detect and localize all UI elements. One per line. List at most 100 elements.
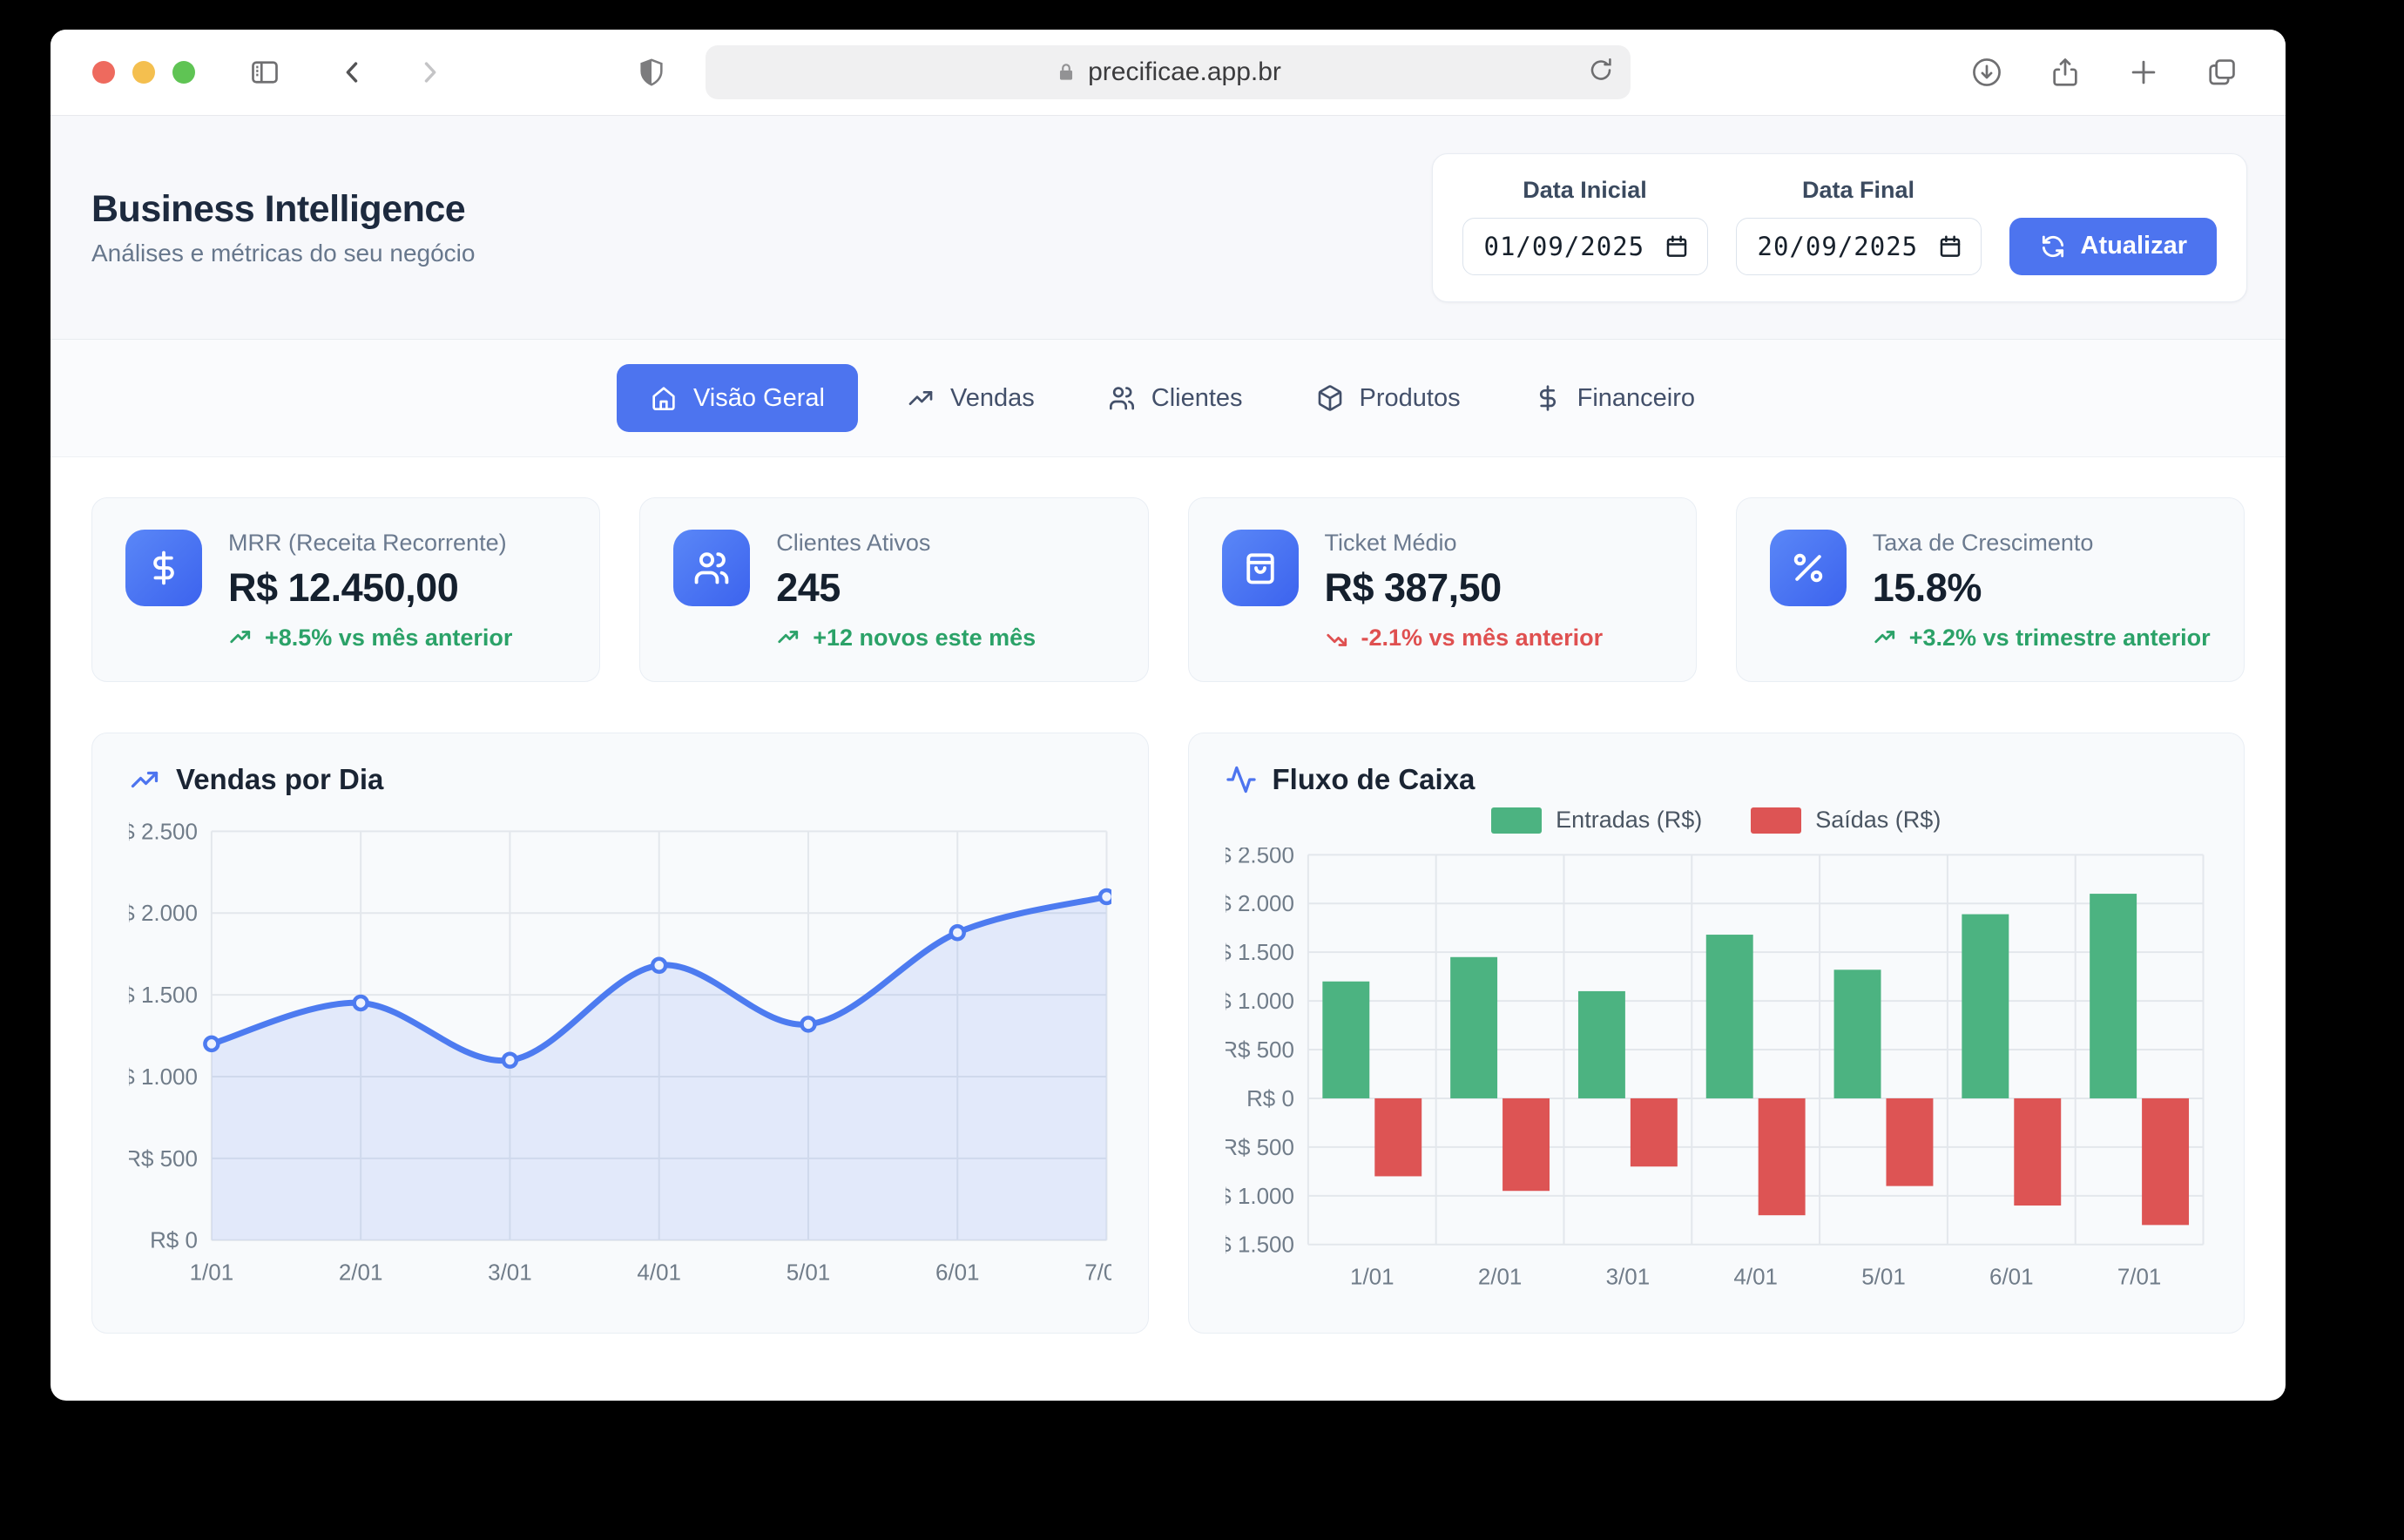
url-text: precificae.app.br: [1088, 57, 1281, 87]
svg-text:R$ 1.000: R$ 1.000: [1226, 988, 1294, 1014]
zoom-window-button[interactable]: [172, 61, 195, 84]
date-inicial-label: Data Inicial: [1523, 177, 1647, 204]
svg-text:R$ 1.500: R$ 1.500: [129, 982, 198, 1008]
trend-up-icon: [776, 625, 802, 652]
date-final-input[interactable]: 20/09/2025: [1736, 218, 1982, 275]
home-icon: [650, 384, 678, 412]
metric-label: MRR (Receita Recorrente): [228, 530, 512, 557]
metric-card-clientes: Clientes Ativos 245 +12 novos este mês: [639, 497, 1148, 682]
svg-text:R$ 1.500: R$ 1.500: [1226, 939, 1294, 965]
tab-vendas[interactable]: Vendas: [882, 364, 1059, 432]
minimize-window-button[interactable]: [132, 61, 155, 84]
svg-text:4/01: 4/01: [1733, 1264, 1778, 1290]
legend-saidas: Saídas (R$): [1751, 807, 1941, 834]
legend-swatch-entradas: [1491, 807, 1542, 834]
tab-label: Produtos: [1360, 384, 1461, 413]
svg-text:5/01: 5/01: [787, 1260, 831, 1286]
tab-produtos[interactable]: Produtos: [1292, 364, 1485, 432]
trending-up-icon: [907, 384, 935, 412]
metric-value: R$ 387,50: [1325, 565, 1604, 611]
package-icon: [1316, 384, 1344, 412]
svg-text:5/01: 5/01: [1861, 1264, 1906, 1290]
dollar-icon: [125, 530, 202, 606]
browser-toolbar: precificae.app.br: [51, 30, 2286, 115]
metric-label: Taxa de Crescimento: [1873, 530, 2211, 557]
svg-text:3/01: 3/01: [488, 1260, 532, 1286]
shopping-bag-icon: [1222, 530, 1299, 606]
svg-text:R$ 2.000: R$ 2.000: [1226, 890, 1294, 916]
date-final-value: 20/09/2025: [1758, 232, 1919, 261]
svg-text:7/01: 7/01: [1084, 1260, 1111, 1286]
tab-label: Financeiro: [1577, 384, 1695, 413]
traffic-lights: [92, 61, 195, 84]
shield-icon[interactable]: [637, 57, 666, 87]
tab-label: Clientes: [1151, 384, 1243, 413]
metric-delta: +3.2% vs trimestre anterior: [1873, 625, 2211, 652]
chart-title: Fluxo de Caixa: [1273, 763, 1475, 796]
svg-text:R$ 0: R$ 0: [150, 1227, 198, 1253]
new-tab-icon[interactable]: [2127, 56, 2160, 89]
svg-text:R$ 2.500: R$ 2.500: [129, 818, 198, 844]
calendar-icon[interactable]: [1664, 233, 1690, 260]
fluxo-de-caixa-card: Fluxo de Caixa Entradas (R$) Saídas (R$)…: [1188, 733, 2245, 1334]
svg-text:R$ 500: R$ 500: [129, 1145, 198, 1172]
date-inicial-input[interactable]: 01/09/2025: [1462, 218, 1708, 275]
svg-text:7/01: 7/01: [2117, 1264, 2161, 1290]
date-range-panel: Data Inicial 01/09/2025 Data Final 20/09…: [1432, 153, 2247, 302]
svg-text:R$ 500: R$ 500: [1226, 1037, 1294, 1063]
svg-text:6/01: 6/01: [1989, 1264, 2034, 1290]
trend-up-icon: [1873, 625, 1899, 652]
tab-label: Vendas: [950, 384, 1035, 413]
chart-legend: Entradas (R$) Saídas (R$): [1226, 807, 2208, 834]
page-title: Business Intelligence: [91, 188, 475, 231]
chart-title: Vendas por Dia: [176, 763, 383, 796]
fluxo-bar-chart: R$ 2.500 R$ 2.000 R$ 1.500 R$ 1.000 R$ 500 R$…: [1226, 848, 2208, 1300]
tab-clientes[interactable]: Clientes: [1084, 364, 1267, 432]
tab-visao-geral[interactable]: Visão Geral: [617, 364, 858, 432]
trend-up-icon: [228, 625, 254, 652]
vendas-line-chart: R$ 0R$ 500R$ 1.000R$ 1.500R$ 2.000R$ 2.5…: [129, 805, 1111, 1293]
tabs-overview-icon[interactable]: [2205, 56, 2239, 89]
svg-text:R$ 500: R$ 500: [1226, 1134, 1294, 1160]
reload-icon[interactable]: [1587, 57, 1615, 89]
metric-delta: +12 novos este mês: [776, 625, 1036, 652]
metric-label: Ticket Médio: [1325, 530, 1604, 557]
tab-financeiro[interactable]: Financeiro: [1509, 364, 1719, 432]
dollar-icon: [1534, 384, 1562, 412]
metric-value: R$ 12.450,00: [228, 565, 512, 611]
legend-entradas: Entradas (R$): [1491, 807, 1702, 834]
legend-swatch-saidas: [1751, 807, 1801, 834]
atualizar-label: Atualizar: [2081, 232, 2187, 260]
svg-text:2/01: 2/01: [1477, 1264, 1522, 1290]
svg-text:R$ 0: R$ 0: [1246, 1085, 1294, 1111]
svg-text:R$ 2.000: R$ 2.000: [129, 900, 198, 926]
metric-card-crescimento: Taxa de Crescimento 15.8% +3.2% vs trime…: [1736, 497, 2245, 682]
back-icon[interactable]: [338, 57, 368, 87]
metric-delta: -2.1% vs mês anterior: [1325, 625, 1604, 652]
close-window-button[interactable]: [92, 61, 115, 84]
metric-delta: +8.5% vs mês anterior: [228, 625, 512, 652]
date-final-label: Data Final: [1802, 177, 1914, 204]
metric-value: 245: [776, 565, 1036, 611]
svg-text:R$ 1.000: R$ 1.000: [1226, 1183, 1294, 1209]
address-bar[interactable]: precificae.app.br: [706, 45, 1631, 99]
users-icon: [1108, 384, 1136, 412]
users-icon: [673, 530, 750, 606]
browser-window: precificae.app.br Business Intelligence …: [51, 30, 2286, 1401]
tab-label: Visão Geral: [693, 384, 825, 413]
trending-up-icon: [129, 764, 160, 795]
main-tabs: Visão Geral Vendas Clientes Produtos Fin…: [51, 340, 2286, 457]
share-icon[interactable]: [2049, 56, 2082, 89]
svg-text:R$ 2.500: R$ 2.500: [1226, 848, 1294, 868]
trend-down-icon: [1325, 625, 1351, 652]
atualizar-button[interactable]: Atualizar: [2009, 218, 2217, 275]
vendas-por-dia-card: Vendas por Dia R$ 0R$ 500R$ 1.000R$ 1.50…: [91, 733, 1149, 1334]
calendar-icon[interactable]: [1937, 233, 1963, 260]
forward-icon[interactable]: [415, 57, 444, 87]
svg-text:1/01: 1/01: [190, 1260, 234, 1286]
sidebar-toggle-icon[interactable]: [249, 57, 280, 88]
svg-text:2/01: 2/01: [339, 1260, 383, 1286]
svg-text:R$ 1.500: R$ 1.500: [1226, 1232, 1294, 1258]
downloads-icon[interactable]: [1970, 56, 2003, 89]
svg-text:4/01: 4/01: [637, 1260, 681, 1286]
